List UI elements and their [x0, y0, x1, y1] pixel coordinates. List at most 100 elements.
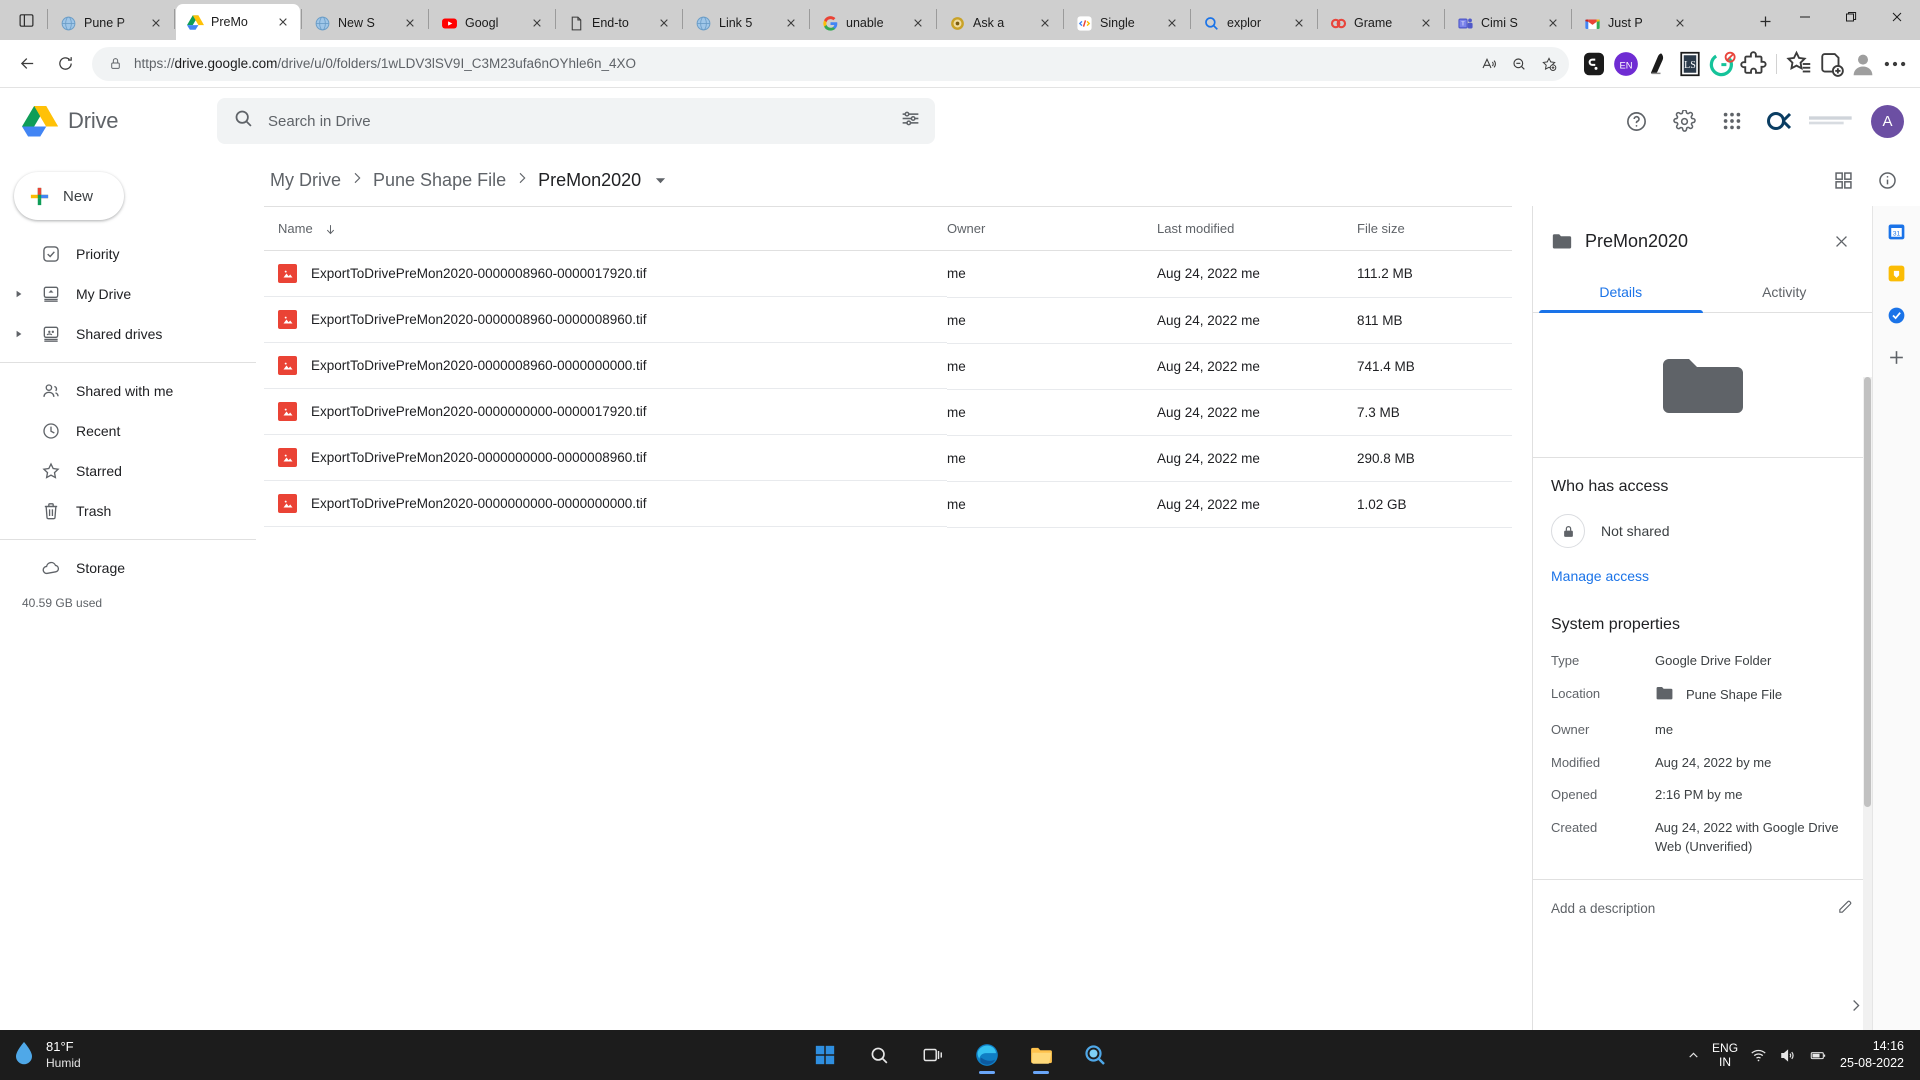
- table-row[interactable]: ExportToDrivePreMon2020-0000000000-00000…: [264, 435, 1512, 482]
- drive-logo[interactable]: Drive: [12, 105, 192, 137]
- table-row[interactable]: ExportToDrivePreMon2020-0000000000-00000…: [264, 389, 1512, 436]
- sidebar-item-priority[interactable]: Priority: [0, 234, 242, 274]
- browser-tab[interactable]: End-to: [557, 6, 681, 40]
- battery-icon[interactable]: [1808, 1047, 1828, 1064]
- favorites-icon[interactable]: [1784, 49, 1814, 79]
- browser-tab[interactable]: Ask a: [938, 6, 1062, 40]
- close-tab-button[interactable]: [1162, 13, 1182, 33]
- browser-tab[interactable]: Just P: [1573, 6, 1697, 40]
- collections-icon[interactable]: [1816, 49, 1846, 79]
- search-input[interactable]: [268, 112, 886, 130]
- browser-tab[interactable]: unable: [811, 6, 935, 40]
- wifi-icon[interactable]: [1750, 1047, 1767, 1064]
- site-info-lock-icon[interactable]: [104, 53, 126, 75]
- close-tab-button[interactable]: [273, 12, 293, 32]
- table-row[interactable]: ExportToDrivePreMon2020-0000008960-00000…: [264, 250, 1512, 298]
- breadcrumb-item[interactable]: PreMon2020: [532, 166, 647, 195]
- sidebar-item-starred[interactable]: Starred: [0, 451, 242, 491]
- add-addon-icon[interactable]: [1882, 342, 1912, 372]
- expand-caret-icon[interactable]: [12, 330, 26, 338]
- breadcrumb-dropdown-icon[interactable]: [655, 170, 666, 191]
- column-header-owner[interactable]: Owner: [947, 205, 1157, 252]
- browser-tab[interactable]: PreMo: [176, 4, 300, 40]
- table-row[interactable]: ExportToDrivePreMon2020-0000008960-00000…: [264, 297, 1512, 344]
- close-tab-button[interactable]: [1543, 13, 1563, 33]
- sidebar-item-my-drive[interactable]: My Drive: [0, 274, 242, 314]
- description-row[interactable]: Add a description: [1533, 878, 1872, 938]
- add-favorite-icon[interactable]: [1535, 50, 1563, 78]
- details-info-icon[interactable]: [1868, 161, 1906, 199]
- reload-button[interactable]: [48, 47, 82, 81]
- apps-grid-icon[interactable]: [1711, 100, 1753, 142]
- close-window-button[interactable]: [1874, 0, 1920, 34]
- breadcrumb-item[interactable]: Pune Shape File: [367, 166, 512, 195]
- table-row[interactable]: ExportToDrivePreMon2020-0000008960-00000…: [264, 343, 1512, 390]
- keep-addon-icon[interactable]: [1882, 258, 1912, 288]
- dark-bird-extension-icon[interactable]: [1643, 49, 1673, 79]
- close-tab-button[interactable]: [908, 13, 928, 33]
- account-avatar[interactable]: A: [1871, 104, 1904, 138]
- file-explorer-icon[interactable]: [1019, 1034, 1063, 1076]
- tasks-addon-icon[interactable]: [1882, 300, 1912, 330]
- table-row[interactable]: ExportToDrivePreMon2020-0000000000-00000…: [264, 481, 1512, 528]
- read-aloud-icon[interactable]: [1475, 50, 1503, 78]
- close-tab-button[interactable]: [1289, 13, 1309, 33]
- search-box[interactable]: [217, 98, 935, 144]
- breadcrumb-item[interactable]: My Drive: [264, 166, 347, 195]
- ls-extension-icon[interactable]: LS: [1675, 49, 1705, 79]
- start-icon[interactable]: [803, 1034, 847, 1076]
- settings-more-icon[interactable]: [1880, 49, 1910, 79]
- cell-file-name[interactable]: ExportToDrivePreMon2020-0000000000-00000…: [264, 389, 947, 436]
- search-icon[interactable]: [857, 1034, 901, 1076]
- sidebar-item-shared-with-me[interactable]: Shared with me: [0, 371, 242, 411]
- photos-icon[interactable]: [1073, 1034, 1117, 1076]
- cell-file-name[interactable]: ExportToDrivePreMon2020-0000000000-00000…: [264, 435, 947, 482]
- column-header-last-modified[interactable]: Last modified: [1157, 205, 1357, 252]
- property-value-location[interactable]: Pune Shape File: [1655, 685, 1854, 707]
- sidebar-item-storage[interactable]: Storage: [0, 548, 242, 588]
- sort-descending-icon[interactable]: [324, 223, 337, 236]
- column-header-file-size[interactable]: File size: [1357, 205, 1512, 252]
- en-extension-icon[interactable]: EN: [1611, 49, 1641, 79]
- language-indicator[interactable]: ENG IN: [1712, 1041, 1738, 1070]
- show-hidden-icons-icon[interactable]: [1687, 1049, 1700, 1062]
- search-options-icon[interactable]: [900, 108, 921, 134]
- sidebar-item-trash[interactable]: Trash: [0, 491, 242, 531]
- edge-icon[interactable]: [965, 1034, 1009, 1076]
- pencil-icon[interactable]: [1837, 898, 1854, 920]
- expand-panel-icon[interactable]: [1842, 992, 1868, 1018]
- column-header-name[interactable]: Name: [264, 205, 947, 252]
- tab-details[interactable]: Details: [1539, 270, 1703, 313]
- calendar-addon-icon[interactable]: 31: [1882, 216, 1912, 246]
- pocket-extension-icon[interactable]: [1579, 49, 1609, 79]
- close-tab-button[interactable]: [400, 13, 420, 33]
- grid-view-icon[interactable]: [1824, 161, 1862, 199]
- restore-button[interactable]: [1828, 0, 1874, 34]
- cell-file-name[interactable]: ExportToDrivePreMon2020-0000000000-00000…: [264, 481, 947, 528]
- browser-tab[interactable]: Googl: [430, 6, 554, 40]
- browser-tab[interactable]: T Cimi S: [1446, 6, 1570, 40]
- support-icon[interactable]: [1615, 100, 1657, 142]
- close-tab-button[interactable]: [1416, 13, 1436, 33]
- settings-icon[interactable]: [1663, 100, 1705, 142]
- browser-tab[interactable]: Single: [1065, 6, 1189, 40]
- browser-tab[interactable]: New S: [303, 6, 427, 40]
- browser-tab[interactable]: explor: [1192, 6, 1316, 40]
- close-tab-button[interactable]: [527, 13, 547, 33]
- cell-file-name[interactable]: ExportToDrivePreMon2020-0000008960-00000…: [264, 297, 947, 344]
- volume-icon[interactable]: [1779, 1047, 1796, 1064]
- close-tab-button[interactable]: [1035, 13, 1055, 33]
- tab-activity[interactable]: Activity: [1703, 270, 1867, 312]
- browser-tab[interactable]: Grame: [1319, 6, 1443, 40]
- expand-caret-icon[interactable]: [12, 290, 26, 298]
- browser-tab[interactable]: Pune P: [49, 6, 173, 40]
- close-tab-button[interactable]: [1670, 13, 1690, 33]
- address-bar[interactable]: https://drive.google.com/drive/u/0/folde…: [92, 46, 1569, 81]
- cell-file-name[interactable]: ExportToDrivePreMon2020-0000008960-00000…: [264, 343, 947, 390]
- new-tab-button[interactable]: [1748, 4, 1782, 38]
- scrollbar-thumb[interactable]: [1864, 377, 1871, 807]
- task-view-icon[interactable]: [911, 1034, 955, 1076]
- new-button[interactable]: New: [14, 172, 124, 220]
- back-button[interactable]: [10, 47, 44, 81]
- sidebar-item-shared-drives[interactable]: Shared drives: [0, 314, 242, 354]
